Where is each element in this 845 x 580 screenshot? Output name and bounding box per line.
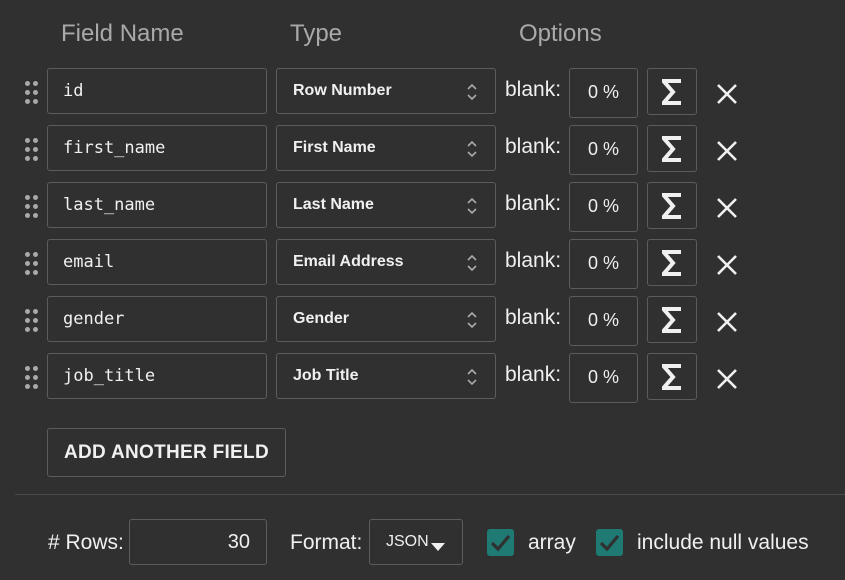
- divider: [15, 494, 845, 495]
- field-type-value: Job Title: [293, 367, 359, 384]
- array-checkbox[interactable]: [487, 529, 514, 556]
- sigma-icon: [662, 193, 681, 219]
- field-name-input[interactable]: id: [47, 68, 267, 114]
- formula-button[interactable]: [647, 125, 697, 172]
- close-icon[interactable]: [715, 82, 739, 106]
- blank-label: blank:: [505, 306, 562, 329]
- close-icon[interactable]: [715, 139, 739, 163]
- chevron-up-down-icon: [467, 83, 477, 101]
- include-null-checkbox[interactable]: [596, 529, 623, 556]
- sigma-icon: [662, 79, 681, 105]
- field-type-select[interactable]: Job Title: [276, 353, 496, 399]
- chevron-up-down-icon: [467, 197, 477, 215]
- field-row: email Email Address blank: 0 %: [0, 239, 845, 296]
- field-type-select[interactable]: Last Name: [276, 182, 496, 228]
- field-type-value: Row Number: [293, 82, 392, 99]
- field-name-input[interactable]: last_name: [47, 182, 267, 228]
- rows-label: # Rows:: [48, 531, 124, 554]
- drag-handle-icon[interactable]: [25, 252, 39, 276]
- drag-handle-icon[interactable]: [25, 138, 39, 162]
- generation-options: # Rows: 30 Format: JSON array include nu…: [0, 519, 845, 565]
- chevron-up-down-icon: [467, 140, 477, 158]
- field-type-value: First Name: [293, 139, 376, 156]
- blank-percent-input[interactable]: 0 %: [569, 125, 638, 175]
- field-name-input[interactable]: job_title: [47, 353, 267, 399]
- close-icon[interactable]: [715, 196, 739, 220]
- format-label: Format:: [290, 531, 363, 554]
- blank-label: blank:: [505, 135, 562, 158]
- drag-handle-icon[interactable]: [25, 366, 39, 390]
- field-type-value: Last Name: [293, 196, 374, 213]
- close-icon[interactable]: [715, 367, 739, 391]
- formula-button[interactable]: [647, 68, 697, 115]
- array-label: array: [528, 531, 576, 554]
- add-another-field-button[interactable]: ADD ANOTHER FIELD: [47, 428, 286, 477]
- field-row: id Row Number blank: 0 %: [0, 68, 845, 125]
- checkmark-icon: [599, 534, 620, 552]
- field-type-select[interactable]: First Name: [276, 125, 496, 171]
- format-value: JSON: [386, 533, 429, 550]
- blank-label: blank:: [505, 192, 562, 215]
- formula-button[interactable]: [647, 296, 697, 343]
- schema-editor: Field Name Type Options id Row Number bl…: [0, 0, 845, 580]
- blank-percent-input[interactable]: 0 %: [569, 68, 638, 118]
- blank-percent-input[interactable]: 0 %: [569, 296, 638, 346]
- field-name-input[interactable]: first_name: [47, 125, 267, 171]
- drag-handle-icon[interactable]: [25, 309, 39, 333]
- chevron-up-down-icon: [467, 311, 477, 329]
- field-row: last_name Last Name blank: 0 %: [0, 182, 845, 239]
- sigma-icon: [662, 307, 681, 333]
- chevron-up-down-icon: [467, 254, 477, 272]
- field-type-select[interactable]: Gender: [276, 296, 496, 342]
- blank-percent-input[interactable]: 0 %: [569, 353, 638, 403]
- field-name-input[interactable]: email: [47, 239, 267, 285]
- field-row: first_name First Name blank: 0 %: [0, 125, 845, 182]
- field-rows: id Row Number blank: 0 % first_name Firs…: [0, 68, 845, 410]
- header-type: Type: [290, 20, 343, 47]
- blank-percent-input[interactable]: 0 %: [569, 182, 638, 232]
- header-field-name: Field Name: [61, 20, 184, 47]
- drag-handle-icon[interactable]: [25, 81, 39, 105]
- field-type-value: Email Address: [293, 253, 404, 270]
- caret-down-icon: [431, 543, 445, 551]
- sigma-icon: [662, 250, 681, 276]
- field-row: gender Gender blank: 0 %: [0, 296, 845, 353]
- include-null-label: include null values: [637, 531, 809, 554]
- field-type-select[interactable]: Email Address: [276, 239, 496, 285]
- close-icon[interactable]: [715, 253, 739, 277]
- blank-label: blank:: [505, 78, 562, 101]
- blank-label: blank:: [505, 249, 562, 272]
- field-type-select[interactable]: Row Number: [276, 68, 496, 114]
- blank-label: blank:: [505, 363, 562, 386]
- rows-count-input[interactable]: 30: [129, 519, 267, 565]
- field-type-value: Gender: [293, 310, 350, 327]
- formula-button[interactable]: [647, 182, 697, 229]
- blank-percent-input[interactable]: 0 %: [569, 239, 638, 289]
- header-options: Options: [519, 20, 602, 47]
- formula-button[interactable]: [647, 353, 697, 400]
- close-icon[interactable]: [715, 310, 739, 334]
- field-row: job_title Job Title blank: 0 %: [0, 353, 845, 410]
- drag-handle-icon[interactable]: [25, 195, 39, 219]
- checkmark-icon: [490, 534, 511, 552]
- field-name-input[interactable]: gender: [47, 296, 267, 342]
- sigma-icon: [662, 364, 681, 390]
- formula-button[interactable]: [647, 239, 697, 286]
- column-headers: Field Name Type Options: [0, 20, 845, 52]
- format-select[interactable]: JSON: [369, 519, 463, 565]
- sigma-icon: [662, 136, 681, 162]
- chevron-up-down-icon: [467, 368, 477, 386]
